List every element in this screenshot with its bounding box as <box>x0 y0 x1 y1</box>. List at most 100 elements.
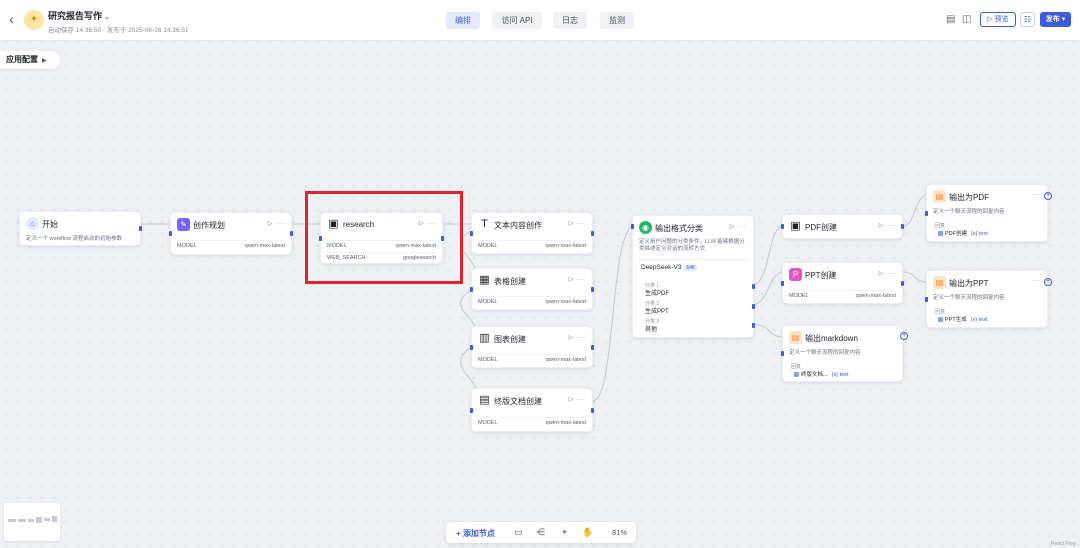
node-chart-create[interactable]: ▥ 图表创建 ▷ ··· MODEL qwen-max-latest <box>470 326 594 368</box>
model-key: MODEL <box>478 243 498 249</box>
node-classifier[interactable]: ◉ 输出格式分类 ▷ ··· 定义用户问题的分类条件，LLM 能够根据分 类描述… <box>631 215 755 338</box>
edge-classifier-md <box>753 323 783 338</box>
output-handle[interactable] <box>591 407 594 413</box>
node-planning[interactable]: ✎ 创作规划 ▷ ··· MODEL qwen-max-latest <box>169 212 293 255</box>
pdf-icon: ▣ <box>790 220 801 232</box>
more-icon[interactable]: ··· <box>1032 278 1041 284</box>
minimap-node <box>28 519 34 522</box>
class-3-handle[interactable] <box>752 322 755 328</box>
react-flow-attribution[interactable]: React Flow <box>1051 541 1076 547</box>
output-handle[interactable] <box>591 230 594 236</box>
pointer-icon[interactable]: ⌖ <box>562 527 567 537</box>
model-value: qwen-max-latest <box>244 243 285 249</box>
edge-classifier-pdf <box>753 225 783 286</box>
node-desc: 定义一个聊天流程的回复内容 <box>789 350 861 356</box>
input-handle[interactable] <box>781 224 784 229</box>
variable-name: PDF创建 <box>945 231 968 237</box>
node-output-ppt[interactable]: ▤ 输出为PPT ··· 定义一个聊天流程的回复内容 回复 PPT生成 {x} t… <box>925 270 1048 328</box>
minimap-node <box>44 518 50 521</box>
input-handle[interactable] <box>470 407 473 413</box>
document-icon: ▤ <box>479 394 490 406</box>
node-title: PPT创建 <box>805 271 837 280</box>
input-handle[interactable] <box>781 351 784 356</box>
more-icon[interactable]: ··· <box>1032 192 1041 198</box>
minimap-node <box>52 516 57 522</box>
node-final-doc[interactable]: ▤ 终版文档创建 ▷ ··· MODEL qwen-max-latest <box>470 388 594 432</box>
layout-tree-icon[interactable]: ⋲ <box>536 527 545 537</box>
node-title: 输出为PPT <box>949 279 989 288</box>
input-handle[interactable] <box>470 344 473 350</box>
add-node-button[interactable]: + 添加节点 <box>456 528 495 539</box>
run-more-icon[interactable]: ▷ ··· <box>879 222 896 229</box>
run-more-icon[interactable]: ▷ ··· <box>569 220 586 227</box>
node-output-pdf[interactable]: ▤ 输出为PDF ··· 定义一个聊天流程的回复内容 回复 PDF创建 {x} t… <box>925 184 1048 242</box>
ppt-icon: P <box>789 268 802 281</box>
input-handle[interactable] <box>470 230 473 236</box>
reply-variable: PPT生成 {x} text <box>938 315 988 323</box>
hand-icon[interactable]: ✋ <box>582 527 593 537</box>
output-handle[interactable] <box>591 286 594 292</box>
model-row: MODEL qwen-max-latest <box>478 417 586 427</box>
node-pdf-create[interactable]: ▣ PDF创建 ▷ ··· <box>781 214 904 239</box>
output-handle[interactable] <box>901 224 904 229</box>
reply-variable: PDF创建 {x} text <box>938 229 988 237</box>
node-table-create[interactable]: ▦ 表格创建 ▷ ··· MODEL qwen-max-latest <box>470 268 594 310</box>
minimap[interactable] <box>4 503 60 541</box>
input-handle[interactable] <box>925 210 928 216</box>
class-1-value: 生成PDF <box>645 291 670 297</box>
variable-name: 终版文档... <box>801 372 828 378</box>
add-after-icon[interactable]: + <box>1044 278 1052 286</box>
run-more-icon[interactable]: ▷ ··· <box>569 276 586 283</box>
model-row: MODEL qwen-max-latest <box>478 354 586 364</box>
variable-icon <box>794 372 799 378</box>
input-handle[interactable] <box>631 223 634 229</box>
add-after-icon[interactable]: + <box>1044 192 1052 200</box>
reply-label: 回复 <box>935 223 946 229</box>
minimap-node <box>8 519 16 522</box>
add-after-icon[interactable]: + <box>900 332 908 340</box>
model-name: DeepSeek-V3 64K <box>641 264 698 271</box>
node-text-create[interactable]: T 文本内容创作 ▷ ··· MODEL qwen-max-latest <box>470 212 594 254</box>
output-handle[interactable] <box>591 344 594 350</box>
input-handle[interactable] <box>781 280 784 286</box>
input-handle[interactable] <box>169 231 172 236</box>
class-2-value: 生成PPT <box>645 309 669 315</box>
variable-type: {x} text <box>831 372 849 378</box>
model-value: qwen-max-latest <box>545 420 586 426</box>
node-title: 文本内容创作 <box>494 221 542 230</box>
output-handle[interactable] <box>139 226 142 231</box>
class-1-handle[interactable] <box>752 283 755 289</box>
model-key: MODEL <box>478 299 498 305</box>
node-output-markdown[interactable]: ▤ 输出markdown 定义一个聊天流程的回复内容 回复 终版文档... {x}… <box>781 325 903 382</box>
run-more-icon[interactable]: ▷ ··· <box>730 223 747 230</box>
node-title: PDF创建 <box>805 223 837 232</box>
model-row: MODEL qwen-max-latest <box>789 290 896 300</box>
node-title: 输出格式分类 <box>655 224 703 233</box>
node-title: 终版文档创建 <box>494 397 542 406</box>
node-start[interactable]: ⌂ 开始 定义一个 workflow 流程启动的初始参数 <box>19 211 142 246</box>
class-3-value: 其他 <box>645 327 658 333</box>
node-title: 输出markdown <box>805 334 858 343</box>
node-title: 图表创建 <box>494 335 526 344</box>
minimap-node <box>36 517 42 523</box>
run-more-icon[interactable]: ▷ ··· <box>879 270 896 277</box>
input-handle[interactable] <box>470 286 473 292</box>
note-icon[interactable]: ▭ <box>514 527 523 537</box>
table-icon: ▦ <box>479 274 490 286</box>
model-key: MODEL <box>177 243 197 249</box>
model-key: MODEL <box>478 357 498 363</box>
text-icon: T <box>481 218 488 230</box>
class-2-handle[interactable] <box>752 303 755 309</box>
context-badge: 64K <box>684 265 698 271</box>
output-handle[interactable] <box>290 231 293 236</box>
node-ppt-create[interactable]: P PPT创建 ▷ ··· MODEL qwen-max-latest <box>781 262 904 304</box>
edge-pdf-outpdf <box>902 194 927 227</box>
input-handle[interactable] <box>925 296 928 302</box>
run-more-icon[interactable]: ▷ ··· <box>268 220 285 227</box>
output-handle[interactable] <box>901 280 904 286</box>
run-more-icon[interactable]: ▷ ··· <box>569 396 586 403</box>
zoom-level[interactable]: 81% <box>612 528 627 537</box>
run-more-icon[interactable]: ▷ ··· <box>569 334 586 341</box>
canvas-toolbar: + 添加节点 ▭ ⋲ ⌖ ✋ 81% <box>446 522 636 543</box>
output-icon: ▤ <box>789 331 802 344</box>
